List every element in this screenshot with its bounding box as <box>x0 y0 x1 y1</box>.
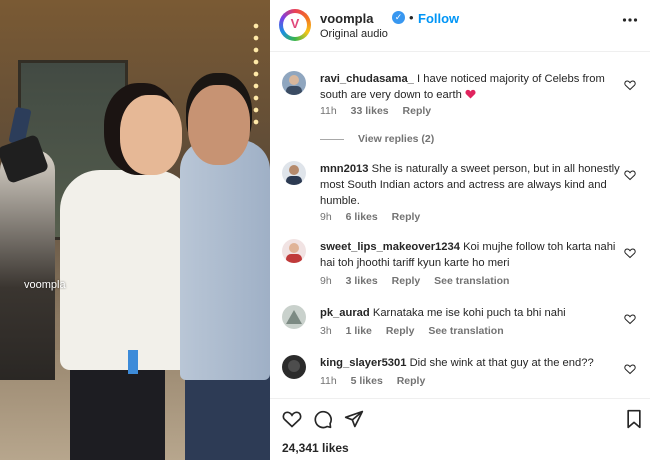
comment-meta: 9h 6 likes Reply <box>320 211 431 223</box>
comment-meta: 11h 5 likes Reply <box>320 375 436 387</box>
comments-list[interactable]: ravi_chudasama_ I have noticed majority … <box>270 53 650 395</box>
follow-button[interactable]: Follow <box>418 11 459 26</box>
post-header: V voompla ✓ • Follow Original audio <box>270 0 650 52</box>
like-comment-heart-icon[interactable] <box>624 363 636 375</box>
post-viewer: voompla V voompla ✓ • Follow Original au… <box>0 0 650 460</box>
man-head <box>188 85 250 165</box>
commenter-avatar[interactable] <box>282 239 306 263</box>
save-bookmark-icon[interactable] <box>624 409 644 429</box>
verified-badge-icon: ✓ <box>392 11 405 24</box>
separator-dot: • <box>409 10 414 25</box>
reply-button[interactable]: Reply <box>403 105 432 117</box>
post-video[interactable]: voompla <box>0 0 270 460</box>
comment-likes[interactable]: 3 likes <box>346 275 378 287</box>
bystander-figure <box>0 150 55 380</box>
comment-meta: 11h 33 likes Reply <box>320 105 442 117</box>
like-comment-heart-icon[interactable] <box>624 313 636 325</box>
account-avatar[interactable]: V <box>279 9 311 41</box>
comment-time: 3h <box>320 325 332 337</box>
heart-emoji-icon <box>465 89 476 99</box>
comment-username[interactable]: mnn2013 <box>320 163 369 175</box>
man-figure <box>180 140 270 380</box>
more-options-icon[interactable] <box>622 12 638 33</box>
comment-time: 9h <box>320 211 332 223</box>
account-username[interactable]: voompla <box>320 11 373 26</box>
post-likes-count[interactable]: 24,341 likes <box>282 441 349 455</box>
commenter-avatar[interactable] <box>282 71 306 95</box>
comment-likes[interactable]: 6 likes <box>346 211 378 223</box>
luggage-tag <box>128 350 138 374</box>
comment-username[interactable]: pk_aurad <box>320 307 370 319</box>
like-heart-icon[interactable] <box>282 409 302 429</box>
background-lights <box>250 20 262 130</box>
comment-text: ravi_chudasama_ I have noticed majority … <box>320 71 620 103</box>
see-translation-button[interactable]: See translation <box>434 275 509 287</box>
comment-bubble-icon[interactable] <box>313 409 333 429</box>
comment-time: 11h <box>320 105 337 117</box>
comment-meta: 9h 3 likes Reply See translation <box>320 275 520 287</box>
see-translation-button[interactable]: See translation <box>428 325 503 337</box>
post-action-bar <box>270 398 650 438</box>
reply-button[interactable]: Reply <box>392 211 421 223</box>
reply-button[interactable]: Reply <box>397 375 426 387</box>
reply-button[interactable]: Reply <box>392 275 421 287</box>
comment-body: Karnataka me ise kohi puch ta bhi nahi <box>372 307 566 319</box>
comment-meta: 3h 1 like Reply See translation <box>320 325 515 337</box>
comment-text: sweet_lips_makeover1234 Koi mujhe follow… <box>320 239 620 271</box>
view-replies-button[interactable]: View replies (2) <box>320 133 434 145</box>
comment-time: 11h <box>320 375 337 387</box>
comment-likes[interactable]: 33 likes <box>351 105 389 117</box>
video-watermark: voompla <box>24 279 66 291</box>
reply-button[interactable]: Reply <box>386 325 415 337</box>
share-paper-plane-icon[interactable] <box>344 409 364 429</box>
commenter-avatar[interactable] <box>282 305 306 329</box>
like-comment-heart-icon[interactable] <box>624 79 636 91</box>
comment-username[interactable]: sweet_lips_makeover1234 <box>320 241 460 253</box>
comment-username[interactable]: ravi_chudasama_ <box>320 73 414 85</box>
post-panel: V voompla ✓ • Follow Original audio ravi… <box>270 0 650 460</box>
comment-text: king_slayer5301 Did she wink at that guy… <box>320 355 620 371</box>
woman-head <box>120 95 182 175</box>
comment-text: pk_aurad Karnataka me ise kohi puch ta b… <box>320 305 620 321</box>
audio-label[interactable]: Original audio <box>320 28 388 40</box>
commenter-avatar[interactable] <box>282 161 306 185</box>
avatar-letter: V <box>290 16 300 31</box>
comment-username[interactable]: king_slayer5301 <box>320 357 406 369</box>
comment-time: 9h <box>320 275 332 287</box>
comment-likes[interactable]: 1 like <box>346 325 372 337</box>
woman-figure <box>60 170 195 370</box>
like-comment-heart-icon[interactable] <box>624 247 636 259</box>
comment-body: Did she wink at that guy at the end?? <box>409 357 594 369</box>
comment-text: mnn2013 She is naturally a sweet person,… <box>320 161 620 209</box>
like-comment-heart-icon[interactable] <box>624 169 636 181</box>
comment-likes[interactable]: 5 likes <box>351 375 383 387</box>
commenter-avatar[interactable] <box>282 355 306 379</box>
